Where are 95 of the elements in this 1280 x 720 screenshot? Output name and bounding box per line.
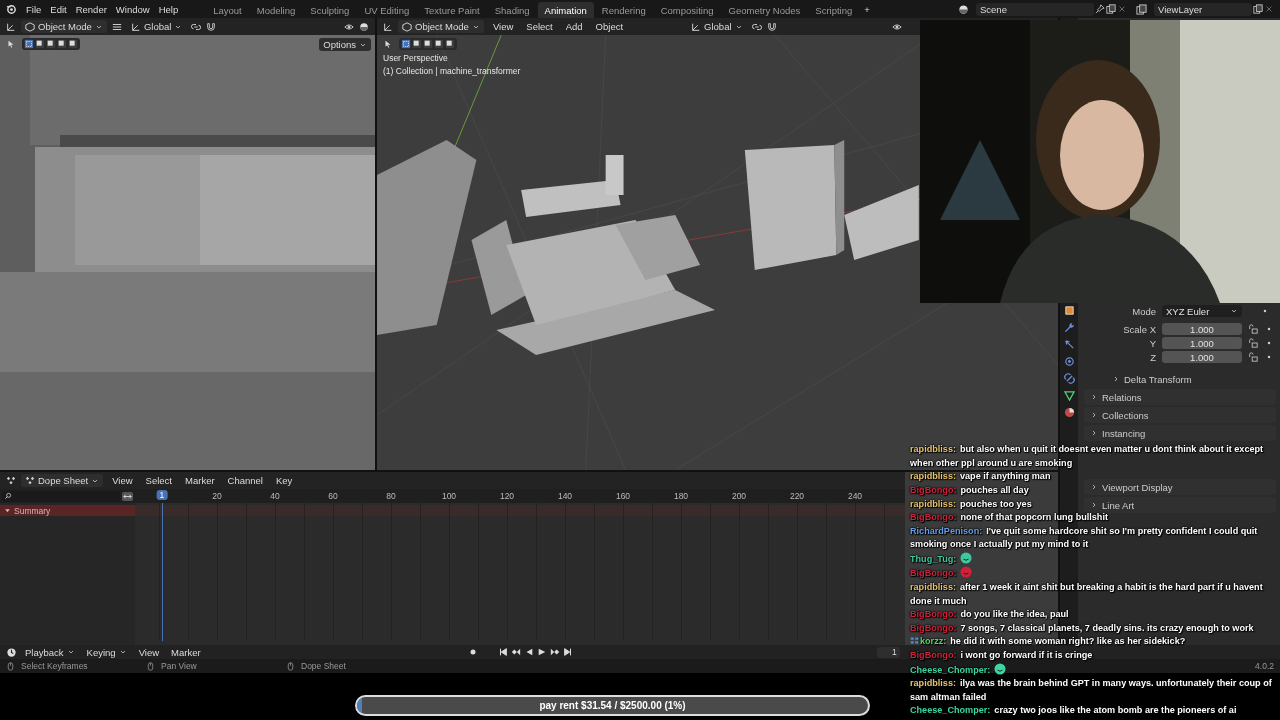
- frame-field[interactable]: 1: [876, 646, 900, 658]
- panel-title: Viewport Display: [1102, 481, 1173, 493]
- number-field[interactable]: 1.000: [1162, 351, 1242, 363]
- menu-item[interactable]: View: [108, 473, 137, 488]
- status-hint: Select Keyframes: [21, 661, 88, 671]
- panel-title: Collections: [1102, 409, 1149, 421]
- options-dropdown[interactable]: Options: [319, 38, 371, 51]
- workspace-tab[interactable]: UV Editing: [357, 2, 417, 18]
- workspace-tab[interactable]: Modeling: [249, 2, 303, 18]
- menu-item[interactable]: Window: [111, 2, 154, 16]
- mode-dropdown[interactable]: Object Mode: [21, 20, 107, 33]
- subpanel-title: Delta Transform: [1124, 373, 1192, 385]
- status-hint: Dope Sheet: [301, 661, 346, 671]
- frame-number: 220: [789, 491, 805, 501]
- panel-title: Relations: [1102, 391, 1142, 403]
- chat-message: BigBongo: do you like the idea, paul: [910, 608, 1069, 622]
- menu-item[interactable]: Render: [71, 2, 111, 16]
- property-label: Z: [1149, 351, 1156, 363]
- workspace-tab[interactable]: Geometry Nodes: [721, 2, 808, 18]
- viewport-info-text: User Perspective: [383, 53, 449, 63]
- menu-item[interactable]: Edit: [46, 2, 71, 16]
- chat-message: RichardPenison: I've quit some hardcore shit so I'm pretty confident I could quit smoking once I actually put my mind to it: [910, 524, 1259, 552]
- workspace-tab[interactable]: Animation: [537, 2, 594, 18]
- orientation-dropdown[interactable]: Global: [126, 20, 187, 33]
- property-label: Y: [1148, 337, 1156, 349]
- chat-message: BigBongo: pouches all day: [910, 483, 1029, 497]
- orientation-dropdown[interactable]: Global: [687, 20, 747, 33]
- panel-header[interactable]: Line Art: [1084, 497, 1276, 513]
- chat-message: rapidbliss: pouches too yes: [910, 497, 1032, 511]
- menu-item[interactable]: Object: [591, 19, 628, 34]
- menu-item[interactable]: Add: [561, 19, 587, 34]
- editor-dropdown[interactable]: Dope Sheet: [21, 474, 104, 487]
- viewport-info-text: (1) Collection | machine_transformer: [383, 66, 522, 76]
- chat-message: BigBongo: i wont go forward if it is cringe: [910, 649, 1093, 663]
- menu-item[interactable]: View: [134, 645, 164, 659]
- chat-username: Thug_Tug:: [910, 553, 957, 564]
- chat-message-text: he did it with some woman right? like as her sidekick?: [950, 636, 1186, 647]
- menu-dropdown[interactable]: Playback: [21, 645, 79, 659]
- menu-item[interactable]: File: [22, 2, 46, 16]
- panel-header[interactable]: Viewport Display: [1084, 479, 1276, 495]
- chat-username: Cheese_Chomper:: [910, 664, 991, 675]
- scene-field[interactable]: Scene: [976, 2, 1094, 16]
- number-field[interactable]: 1.000: [1162, 337, 1242, 349]
- menu-item[interactable]: Help: [154, 2, 183, 16]
- channel-row[interactable]: Summary: [0, 505, 135, 516]
- panel-header[interactable]: Relations: [1084, 389, 1276, 405]
- property-label: Mode: [1131, 305, 1156, 317]
- frame-number: 180: [673, 491, 689, 501]
- panel-header[interactable]: Collections: [1084, 407, 1276, 423]
- status-hint: Pan View: [161, 661, 197, 671]
- current-frame-marker[interactable]: 1: [156, 490, 168, 500]
- version-text: 4.0.2: [1255, 661, 1274, 671]
- panel-title: Instancing: [1102, 427, 1146, 439]
- add-workspace-button[interactable]: +: [860, 2, 874, 16]
- chat-username: korzz:: [920, 636, 947, 647]
- workspace-tab[interactable]: Compositing: [653, 2, 721, 18]
- menu-dropdown[interactable]: Keying: [82, 645, 131, 659]
- workspace-tab[interactable]: Rendering: [594, 2, 653, 18]
- frame-number: 140: [557, 491, 573, 501]
- frame-number: 100: [441, 491, 457, 501]
- frame-number: 200: [731, 491, 747, 501]
- workspace-tab[interactable]: Shading: [487, 2, 537, 18]
- rotation-mode-dropdown[interactable]: XYZ Euler: [1162, 305, 1242, 317]
- chat-message: BigBongo: 7 songs, 7 classical planets, 7 deadly sins. its crazy enough to work: [910, 621, 1254, 635]
- progress-label: pay rent $31.54 / $2500.00 (1%): [539, 700, 686, 711]
- frame-number: 80: [386, 491, 396, 501]
- chat-message: Cheese_Chomper: crazy two joos like the atom bomb are the pioneers of ai: [910, 704, 1237, 718]
- workspace-tab[interactable]: Layout: [206, 2, 249, 18]
- workspace-tab[interactable]: Texture Paint: [417, 2, 487, 18]
- subpanel-header[interactable]: Delta Transform: [1084, 371, 1276, 387]
- channel-label: Summary: [14, 505, 51, 516]
- menu-item[interactable]: Marker: [181, 473, 219, 488]
- menu-item[interactable]: Marker: [167, 645, 205, 659]
- panel-title: Line Art: [1102, 499, 1135, 511]
- property-label: Scale X: [1122, 323, 1156, 335]
- frame-number: 20: [212, 491, 222, 501]
- menu-item[interactable]: Select: [141, 473, 176, 488]
- workspace-tab[interactable]: Scripting: [808, 2, 860, 18]
- view-layer-field[interactable]: ViewLayer: [1154, 2, 1252, 16]
- menu-item[interactable]: Select: [522, 19, 557, 34]
- menu-item[interactable]: View: [488, 19, 518, 34]
- frame-number: 120: [499, 491, 515, 501]
- frame-number: 60: [328, 491, 338, 501]
- number-field[interactable]: 1.000: [1162, 323, 1242, 335]
- workspace-tab[interactable]: Sculpting: [303, 2, 357, 18]
- chat-message: rapidbliss: vape if anything man: [910, 470, 1051, 484]
- menu-item[interactable]: Key: [271, 473, 297, 488]
- frame-number: 40: [270, 491, 280, 501]
- frame-number: 160: [615, 491, 631, 501]
- panel-header[interactable]: Instancing: [1084, 425, 1276, 441]
- mode-dropdown[interactable]: Object Mode: [398, 20, 484, 33]
- menu-item[interactable]: Channel: [223, 473, 267, 488]
- chat-message: BigBongo: none of that popcorn lung bullshit: [910, 511, 1108, 525]
- chat-username: BigBongo:: [910, 568, 957, 579]
- frame-number: 240: [847, 491, 863, 501]
